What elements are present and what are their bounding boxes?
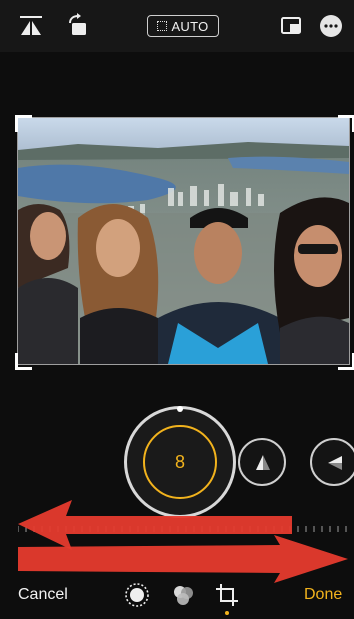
perspective-horizontal-button[interactable] xyxy=(310,438,354,486)
perspective-horizontal-icon xyxy=(328,456,342,470)
perspective-vertical-button[interactable] xyxy=(238,438,286,486)
perspective-vertical-icon xyxy=(256,455,270,470)
rotate-icon[interactable] xyxy=(66,13,92,39)
crop-handle-bottom-right[interactable] xyxy=(338,353,354,370)
crop-handle-bottom-left[interactable] xyxy=(15,353,32,370)
cancel-button[interactable]: Cancel xyxy=(18,586,68,604)
active-tool-indicator xyxy=(225,611,229,615)
adjust-icon[interactable] xyxy=(124,582,150,608)
filters-icon[interactable] xyxy=(170,582,196,608)
bottom-toolbar: Cancel Done xyxy=(0,576,354,619)
more-icon[interactable] xyxy=(318,13,344,39)
selfie-photo xyxy=(18,118,349,364)
crop-icon[interactable] xyxy=(214,582,240,608)
photo-preview[interactable] xyxy=(17,117,350,365)
top-toolbar: AUTO xyxy=(0,0,354,52)
aspect-ratio-icon[interactable] xyxy=(278,13,304,39)
crop-handle-top-left[interactable] xyxy=(15,115,32,132)
auto-label: AUTO xyxy=(171,18,209,34)
flip-perspective-icon[interactable] xyxy=(18,13,44,39)
done-button[interactable]: Done xyxy=(304,586,342,604)
crop-handle-top-right[interactable] xyxy=(338,115,354,132)
auto-straighten-button[interactable]: AUTO xyxy=(147,15,219,37)
auto-frame-icon xyxy=(157,21,168,31)
